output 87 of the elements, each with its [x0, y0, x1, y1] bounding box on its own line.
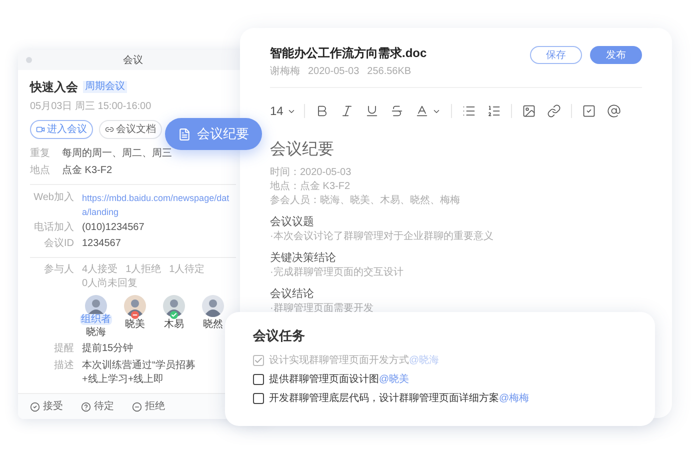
italic-icon — [340, 104, 354, 118]
meeting-minutes-button[interactable]: 会议纪要 — [165, 118, 262, 150]
underline-icon — [365, 104, 380, 118]
decline-button[interactable]: 拒绝 — [132, 399, 165, 414]
join-value: (010)1234567 — [82, 221, 144, 235]
numbered-list-icon — [487, 104, 502, 118]
task-checkbox[interactable] — [253, 374, 264, 385]
detail-value: 提前15分钟 — [82, 342, 134, 356]
question-circle-icon — [81, 402, 91, 412]
join-label: 会议ID — [43, 237, 74, 251]
publish-button[interactable]: 发布 — [590, 46, 642, 64]
detail-label: 提醒 — [53, 342, 74, 356]
mention-link[interactable]: @晓海 — [409, 354, 440, 366]
link-icon — [547, 104, 562, 118]
participant-name: 木易 — [164, 318, 184, 331]
color-tool-button[interactable] — [415, 104, 442, 118]
image-icon — [522, 104, 536, 118]
join-value: 1234567 — [82, 237, 121, 251]
section-text: ·本次会议讨论了群聊管理对于企业群聊的重要意义 — [270, 230, 494, 244]
link-tool-button[interactable] — [547, 104, 562, 118]
image-tool-button[interactable] — [522, 104, 536, 118]
numbers-tool-button[interactable] — [487, 104, 502, 118]
tentative-button[interactable]: 待定 — [81, 399, 114, 414]
participants-label: 参与人 — [43, 263, 74, 277]
meeting-time: 05月03日 周三 15:00-16:00 — [30, 100, 152, 114]
meeting-title: 快速入会 — [30, 79, 78, 96]
document-heading: 会议纪要 — [270, 140, 335, 160]
text-color-icon — [415, 104, 430, 118]
link-icon — [105, 125, 114, 134]
document-meta: 256.56KB — [367, 65, 412, 79]
window-title: 会议 — [123, 54, 143, 68]
task-tool-button[interactable] — [582, 104, 596, 118]
response-count: 1人待定 — [169, 263, 205, 277]
task-text: 提供群聊管理页面设计图@晓美 — [269, 372, 410, 386]
document-icon — [178, 128, 191, 140]
mention-link[interactable]: @晓美 — [379, 374, 410, 384]
task-text: 开发群聊管理底层代码，设计群聊管理页面详细方案@梅梅 — [269, 392, 530, 406]
section-text: ·完成群聊管理页面的交互设计 — [270, 266, 404, 280]
strikethrough-icon — [390, 104, 404, 118]
document-meta: 2020-05-03 — [308, 65, 360, 79]
italic-tool-button[interactable] — [340, 104, 354, 118]
font-size-dropdown[interactable]: 14 — [270, 102, 304, 120]
organizer-badge: 组织者 — [80, 314, 112, 325]
underline-tool-button[interactable] — [365, 104, 380, 118]
task-text: 设计实现群聊管理页面开发方式@晓海 — [269, 354, 440, 368]
meeting-docs-button[interactable]: 会议文档 — [99, 120, 162, 139]
join-meeting-button[interactable]: 进入会议 — [30, 120, 93, 139]
join-label: Web加入 — [32, 191, 74, 205]
detail-label: 描述 — [53, 359, 74, 373]
meeting-info: 参会人员：晓海、晓美、木易、晓然、梅梅 — [270, 194, 461, 208]
meeting-type-tag: 周期会议 — [83, 81, 127, 93]
document-meta: 谢梅梅 — [270, 64, 300, 79]
meeting-info: 时间：2020-05-03 — [270, 166, 352, 180]
video-icon — [36, 125, 45, 134]
detail-value: 本次训练营通过“学员招募+线上学习+线上即 — [82, 359, 196, 387]
save-button[interactable]: 保存 — [530, 46, 582, 64]
participant-name: 晓美 — [125, 318, 145, 331]
mention-tool-button[interactable] — [607, 104, 622, 118]
strike-tool-button[interactable] — [390, 104, 404, 118]
detail-value: 点金 K3-F2 — [62, 164, 112, 178]
document-title: 智能办公工作流方向需求.doc — [270, 45, 427, 62]
response-count: 4人接受 — [82, 263, 118, 277]
minus-circle-icon — [132, 402, 142, 412]
bold-tool-button[interactable] — [315, 104, 330, 118]
mention-link[interactable]: @梅梅 — [499, 392, 530, 404]
section-title: 会议结论 — [270, 287, 315, 302]
at-sign-icon — [607, 104, 622, 118]
section-title: 关键决策结论 — [270, 251, 337, 266]
response-count: 1人拒绝 — [126, 263, 162, 277]
detail-label: 重复 — [30, 146, 51, 161]
accept-button[interactable]: 接受 — [30, 399, 63, 414]
checkbox-icon — [582, 104, 596, 118]
detail-label: 地点 — [30, 164, 51, 178]
bold-icon — [315, 104, 330, 118]
detail-value: 每周的周一、周二、周三 — [62, 147, 172, 161]
meeting-info: 地点：点金 K3-F2 — [270, 180, 352, 194]
section-title: 会议议题 — [270, 215, 315, 230]
check-circle-icon — [30, 402, 40, 412]
task-checkbox[interactable] — [253, 393, 264, 404]
web-join-link[interactable]: https://mbd.baidu.com/newspage/data/landing — [82, 191, 236, 219]
section-text: ·群聊管理页面需要开发 — [270, 302, 374, 316]
participant-name: 晓海 — [86, 326, 106, 339]
participant-name: 晓然 — [203, 318, 223, 331]
join-label: 电话加入 — [33, 221, 74, 235]
task-checkbox[interactable] — [253, 355, 264, 366]
response-count: 0人尚未回复 — [82, 277, 138, 291]
tasks-title: 会议任务 — [253, 327, 306, 345]
